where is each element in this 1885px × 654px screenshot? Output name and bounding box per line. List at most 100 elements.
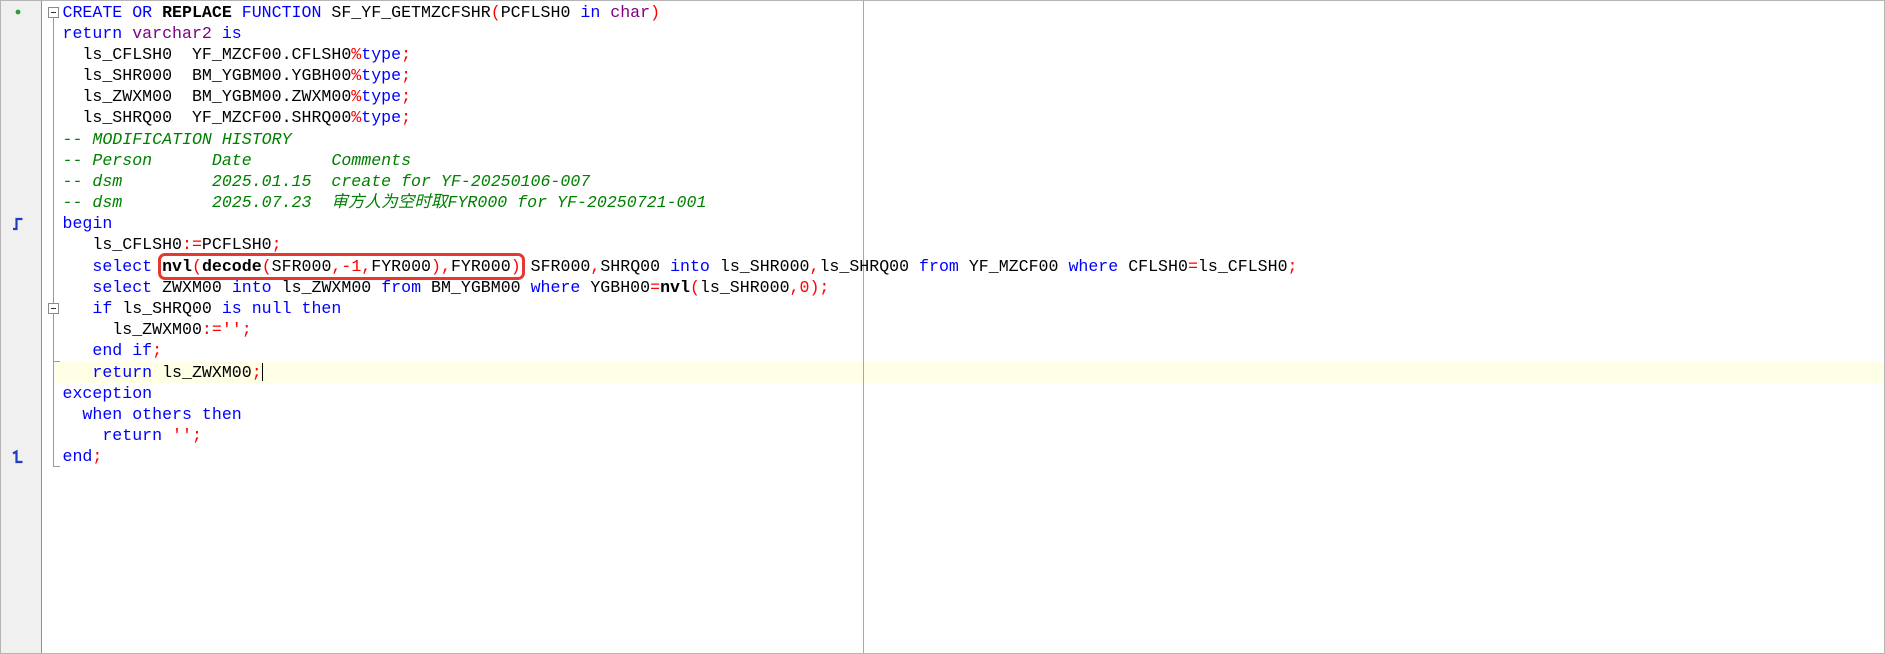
- code-symbol[interactable]: ,: [790, 278, 800, 297]
- code-line[interactable]: end;: [1, 446, 1884, 467]
- code-line[interactable]: exception: [1, 383, 1884, 404]
- code-symbol[interactable]: ;: [401, 66, 411, 85]
- code-symbol[interactable]: ;: [92, 447, 102, 466]
- code-symbol[interactable]: (: [192, 257, 202, 276]
- code-keyword[interactable]: where: [1068, 257, 1128, 276]
- code-keyword[interactable]: type: [361, 108, 401, 127]
- code-symbol[interactable]: ,: [809, 257, 819, 276]
- code-datatype[interactable]: char: [610, 3, 650, 22]
- code-string[interactable]: '': [222, 320, 242, 339]
- code-line-text[interactable]: end;: [63, 446, 103, 467]
- code-keyword[interactable]: FUNCTION: [232, 3, 322, 22]
- code-identifier[interactable]: ls_ZWXM00: [162, 363, 252, 382]
- code-keyword[interactable]: if: [63, 299, 123, 318]
- code-line-text[interactable]: exception: [63, 383, 153, 404]
- code-keyword[interactable]: return: [63, 426, 173, 445]
- code-symbol[interactable]: %: [351, 87, 361, 106]
- code-line-text[interactable]: CREATE OR REPLACE FUNCTION SF_YF_GETMZCF…: [63, 2, 661, 23]
- code-identifier[interactable]: ls_ZWXM00: [63, 320, 202, 339]
- code-line-text[interactable]: return varchar2 is: [63, 23, 242, 44]
- code-line-text[interactable]: ls_CFLSH0 YF_MZCF00.CFLSH0%type;: [63, 44, 411, 65]
- current-code-line[interactable]: return ls_ZWXM00;: [1, 361, 1884, 383]
- code-line-text[interactable]: return '';: [63, 425, 202, 446]
- code-keyword[interactable]: when others then: [63, 405, 241, 424]
- code-identifier[interactable]: ls_CFLSH0: [63, 235, 182, 254]
- code-keyword[interactable]: from: [919, 257, 969, 276]
- code-identifier[interactable]: SHRQ00: [600, 257, 670, 276]
- code-identifier[interactable]: ls_CFLSH0: [1198, 257, 1288, 276]
- code-line-text[interactable]: ls_SHR000 BM_YGBM00.YGBH00%type;: [63, 65, 411, 86]
- code-line-text[interactable]: -- MODIFICATION HISTORY: [63, 129, 292, 150]
- code-keyword[interactable]: return: [63, 363, 163, 382]
- code-symbol[interactable]: :=: [182, 235, 202, 254]
- code-keyword[interactable]: end if: [63, 341, 152, 360]
- code-symbol[interactable]: ): [650, 3, 660, 22]
- code-symbol[interactable]: ): [511, 257, 521, 276]
- code-keyword[interactable]: select: [63, 278, 163, 297]
- code-area[interactable]: CREATE OR REPLACE FUNCTION SF_YF_GETMZCF…: [1, 1, 1884, 653]
- code-keyword[interactable]: select: [63, 257, 163, 276]
- code-identifier[interactable]: ls_ZWXM00 BM_YGBM00.ZWXM00: [63, 87, 351, 106]
- code-symbol[interactable]: (: [491, 3, 501, 22]
- code-identifier[interactable]: ls_CFLSH0 YF_MZCF00.CFLSH0: [63, 45, 351, 64]
- code-symbol[interactable]: %: [351, 108, 361, 127]
- code-line-text[interactable]: ls_ZWXM00 BM_YGBM00.ZWXM00%type;: [63, 86, 411, 107]
- code-identifier[interactable]: ls_SHR000 BM_YGBM00.YGBH00: [63, 66, 351, 85]
- code-line-text[interactable]: when others then: [63, 404, 241, 425]
- code-keyword[interactable]: type: [361, 45, 401, 64]
- code-line[interactable]: ls_SHRQ00 YF_MZCF00.SHRQ00%type;: [1, 107, 1884, 128]
- code-keyword[interactable]: is null then: [222, 299, 342, 318]
- code-symbol[interactable]: ;: [272, 235, 282, 254]
- code-symbol[interactable]: ;: [242, 320, 252, 339]
- code-line[interactable]: -- dsm 2025.01.15 create for YF-20250106…: [1, 171, 1884, 192]
- code-identifier[interactable]: BM_YGBM00: [431, 278, 531, 297]
- code-comment[interactable]: -- dsm 2025.07.23 审方人为空时取FYR000 for YF-2…: [63, 193, 707, 212]
- code-identifier[interactable]: SFR000: [272, 257, 332, 276]
- code-line-text[interactable]: end if;: [63, 340, 162, 361]
- code-symbol[interactable]: ;: [152, 341, 162, 360]
- code-symbol[interactable]: ;: [252, 363, 262, 382]
- code-function-name[interactable]: decode: [202, 257, 262, 276]
- code-line[interactable]: select ZWXM00 into ls_ZWXM00 from BM_YGB…: [1, 277, 1884, 298]
- code-line-text[interactable]: begin: [63, 213, 113, 234]
- code-symbol[interactable]: ;: [401, 87, 411, 106]
- code-symbol[interactable]: ,: [331, 257, 341, 276]
- code-identifier[interactable]: CFLSH0: [1128, 257, 1188, 276]
- code-keyword[interactable]: CREATE OR: [63, 3, 163, 22]
- code-keyword[interactable]: begin: [63, 214, 113, 233]
- code-number[interactable]: -1: [341, 257, 361, 276]
- code-line-text[interactable]: return ls_ZWXM00;: [63, 362, 263, 383]
- code-symbol[interactable]: );: [809, 278, 829, 297]
- code-line[interactable]: ls_ZWXM00 BM_YGBM00.ZWXM00%type;: [1, 86, 1884, 107]
- code-line-text[interactable]: select ZWXM00 into ls_ZWXM00 from BM_YGB…: [63, 277, 829, 298]
- code-line[interactable]: ls_SHR000 BM_YGBM00.YGBH00%type;: [1, 65, 1884, 86]
- code-line[interactable]: when others then: [1, 404, 1884, 425]
- code-identifier[interactable]: PCFLSH0: [202, 235, 272, 254]
- code-identifier[interactable]: SFR000: [521, 257, 591, 276]
- code-line-text[interactable]: ls_SHRQ00 YF_MZCF00.SHRQ00%type;: [63, 107, 411, 128]
- code-identifier[interactable]: ZWXM00: [162, 278, 232, 297]
- code-number[interactable]: 0: [800, 278, 810, 297]
- code-identifier[interactable]: ls_SHRQ00: [819, 257, 919, 276]
- code-identifier[interactable]: YGBH00: [590, 278, 650, 297]
- code-symbol[interactable]: ),: [431, 257, 451, 276]
- code-datatype[interactable]: varchar2: [132, 24, 212, 43]
- code-keyword[interactable]: type: [361, 87, 401, 106]
- code-symbol[interactable]: =: [1188, 257, 1198, 276]
- code-line-text[interactable]: ls_ZWXM00:='';: [63, 319, 252, 340]
- code-identifier[interactable]: PCFLSH0: [501, 3, 581, 22]
- code-symbol[interactable]: =: [650, 278, 660, 297]
- code-symbol[interactable]: ;: [401, 108, 411, 127]
- code-keyword[interactable]: exception: [63, 384, 153, 403]
- code-line-text[interactable]: -- Person Date Comments: [63, 150, 412, 171]
- code-keyword[interactable]: into: [232, 278, 282, 297]
- code-line-text[interactable]: select nvl(decode(SFR000,-1,FYR000),FYR0…: [63, 252, 1298, 280]
- code-identifier[interactable]: ls_ZWXM00: [282, 278, 382, 297]
- code-function-name[interactable]: nvl: [660, 278, 690, 297]
- code-symbol[interactable]: (: [262, 257, 272, 276]
- code-keyword[interactable]: in: [580, 3, 610, 22]
- code-line[interactable]: -- MODIFICATION HISTORY: [1, 129, 1884, 150]
- code-line[interactable]: begin: [1, 213, 1884, 234]
- code-symbol[interactable]: %: [351, 45, 361, 64]
- code-comment[interactable]: -- dsm 2025.01.15 create for YF-20250106…: [63, 172, 591, 191]
